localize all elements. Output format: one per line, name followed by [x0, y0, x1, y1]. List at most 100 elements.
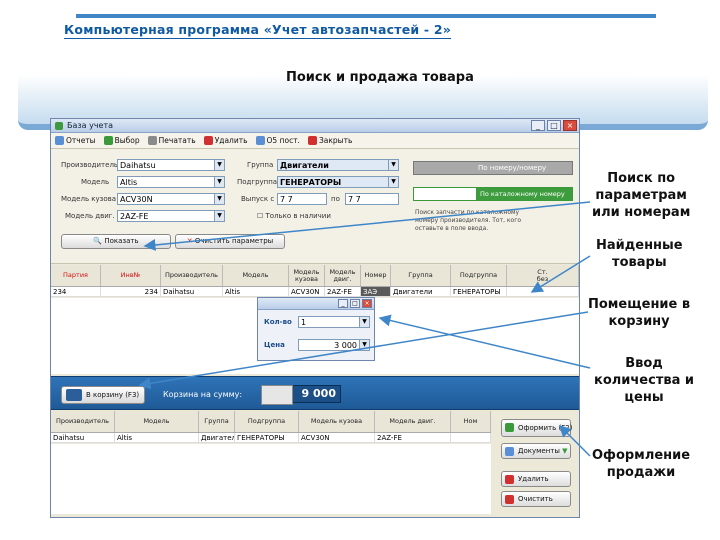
chevron-down-icon[interactable]: ▼: [214, 160, 224, 170]
callout-qty-price: Ввод количества и цены: [594, 356, 695, 405]
col-group[interactable]: Группа: [391, 265, 451, 286]
search-params-panel: Производитель Daihatsu ▼ Модель Altis ▼ Мо…: [51, 149, 579, 264]
cart-col-group[interactable]: Группа: [199, 411, 235, 432]
search-by-number-label: По номеру/номеру: [478, 164, 547, 172]
toolbar-select-button[interactable]: Выбор: [103, 136, 140, 145]
toolbar-post-button[interactable]: О5 пост.: [255, 136, 300, 145]
cart-col-model[interactable]: Модель: [115, 411, 199, 432]
model-value: Altis: [120, 178, 138, 187]
cart-cell-subgroup: ГЕНЕРАТОРЫ: [235, 433, 299, 442]
col-engine-model[interactable]: Модель двиг.: [325, 265, 361, 286]
chevron-down-icon[interactable]: ▼: [214, 177, 224, 187]
documents-button[interactable]: Документы ▼: [501, 443, 571, 459]
cell-subgroup: ГЕНЕРАТОРЫ: [451, 287, 507, 296]
window-titlebar[interactable]: База учета _ □ ×: [51, 119, 579, 133]
cart-icon: [66, 389, 82, 401]
clear-params-label: Очистить параметры: [194, 237, 274, 245]
dialog-maximize-button[interactable]: □: [350, 299, 360, 308]
maximize-button[interactable]: □: [547, 120, 561, 131]
col-number[interactable]: Номер: [361, 265, 391, 286]
chevron-down-icon[interactable]: ▼: [214, 194, 224, 204]
show-button[interactable]: 🔍 Показать: [61, 234, 171, 249]
dialog-titlebar[interactable]: _ □ ×: [258, 298, 374, 310]
banner-accent-bar: [76, 14, 656, 18]
cell-model: Altis: [223, 287, 289, 296]
print-icon: [147, 136, 157, 145]
clear-label: Очистить: [518, 495, 553, 503]
group-select[interactable]: Двигатели ▼: [277, 159, 399, 171]
year-to-input[interactable]: 7 7: [345, 193, 399, 205]
minimize-button[interactable]: _: [531, 120, 545, 131]
callout-found-items: Найденные товары: [596, 238, 683, 270]
close-window-button[interactable]: ×: [563, 120, 577, 131]
add-to-cart-button[interactable]: В корзину (F3): [61, 386, 145, 404]
cart-col-manufacturer[interactable]: Производитель: [51, 411, 115, 432]
slide-subtitle: Поиск и продажа товара: [286, 70, 474, 85]
dialog-close-button[interactable]: ×: [362, 299, 372, 308]
chevron-down-icon[interactable]: ▼: [214, 211, 224, 221]
show-button-label: Показать: [104, 237, 139, 245]
app-icon: [55, 121, 63, 130]
check-icon: [103, 136, 113, 145]
toolbar-close-button[interactable]: Закрыть: [307, 136, 353, 145]
table-row[interactable]: 234 234 Daihatsu Altis ACV30N 2AZ-FE ЗАЭ…: [51, 287, 579, 297]
callout-checkout: Оформление продажи: [592, 448, 691, 480]
delete-button[interactable]: Удалить: [501, 471, 571, 487]
toolbar-delete-button[interactable]: Удалить: [203, 136, 248, 145]
eraser-icon: ✕: [186, 237, 195, 245]
in-stock-checkbox[interactable]: ☐ Только в наличии: [257, 212, 331, 220]
year-to-value: 7 7: [348, 195, 361, 204]
engine-model-select[interactable]: 2AZ-FE ▼: [117, 210, 225, 222]
in-stock-label: Только в наличии: [265, 212, 331, 220]
col-model[interactable]: Модель: [223, 265, 289, 286]
toolbar-label: О5 пост.: [266, 136, 300, 145]
col-manufacturer[interactable]: Производитель: [161, 265, 223, 286]
search-by-catalog-label: По каталожному номеру: [476, 188, 572, 200]
year-label: Выпуск с: [241, 195, 275, 203]
table-row[interactable]: Daihatsu Altis Двигатели ГЕНЕРАТОРЫ ACV3…: [51, 433, 491, 443]
col-inv[interactable]: Инв№: [101, 265, 161, 286]
cart-col-subgroup[interactable]: Подгруппа: [235, 411, 299, 432]
cart-cell-model: Altis: [115, 433, 199, 442]
subgroup-select[interactable]: ГЕНЕРАТОРЫ ▼: [277, 176, 399, 188]
chevron-down-icon[interactable]: ▼: [359, 317, 369, 327]
cart-empty-area: [51, 444, 491, 514]
callout-search: Поиск по параметрам или номерам: [592, 171, 691, 220]
add-to-cart-label: В корзину (F3): [86, 391, 140, 399]
col-price[interactable]: Ст. без: [507, 265, 579, 286]
cart-col-body-model[interactable]: Модель кузова: [299, 411, 375, 432]
chevron-down-icon[interactable]: ▼: [359, 340, 369, 350]
cell-inv: 234: [101, 287, 161, 296]
col-party[interactable]: Партия: [51, 265, 101, 286]
model-select[interactable]: Altis ▼: [117, 176, 225, 188]
clear-params-button[interactable]: ✕ Очистить параметры: [175, 234, 285, 249]
search-by-catalog-field[interactable]: По каталожному номеру: [413, 187, 573, 201]
col-body-model[interactable]: Модель кузова: [289, 265, 325, 286]
body-model-select[interactable]: ACV30N ▼: [117, 193, 225, 205]
col-subgroup[interactable]: Подгруппа: [451, 265, 507, 286]
cart-col-number[interactable]: Ном: [451, 411, 491, 432]
chevron-down-icon[interactable]: ▼: [388, 160, 398, 170]
model-label: Модель: [81, 178, 110, 186]
toolbar-label: Выбор: [114, 136, 140, 145]
year-from-input[interactable]: 7 7: [277, 193, 327, 205]
cart-sum-label: Корзина на сумму:: [163, 390, 243, 399]
toolbar-print-button[interactable]: Печатать: [147, 136, 196, 145]
chevron-down-icon[interactable]: ▼: [388, 177, 398, 187]
cart-col-engine-model[interactable]: Модель двиг.: [375, 411, 451, 432]
clear-button[interactable]: Очистить: [501, 491, 571, 507]
toolbar-label: Закрыть: [318, 136, 353, 145]
dialog-minimize-button[interactable]: _: [338, 299, 348, 308]
cart-cell-manufacturer: Daihatsu: [51, 433, 115, 442]
toolbar-reports-button[interactable]: Отчеты: [55, 136, 96, 145]
manufacturer-select[interactable]: Daihatsu ▼: [117, 159, 225, 171]
qty-input[interactable]: 1 ▼: [298, 316, 370, 328]
checkout-button[interactable]: Оформить (F2): [501, 419, 572, 437]
catalog-input[interactable]: [414, 188, 476, 200]
cart-bar: В корзину (F3) Корзина на сумму: 9 000: [51, 376, 579, 410]
cart-cell-engine-model: 2AZ-FE: [375, 433, 451, 442]
toolbar: Отчеты Выбор Печатать Удалить О5 пост. З…: [51, 133, 579, 149]
search-by-number-field[interactable]: По номеру/номеру: [413, 161, 573, 175]
price-input[interactable]: 3 000 ▼: [298, 339, 370, 351]
engine-model-label: Модель двиг.: [65, 212, 115, 220]
